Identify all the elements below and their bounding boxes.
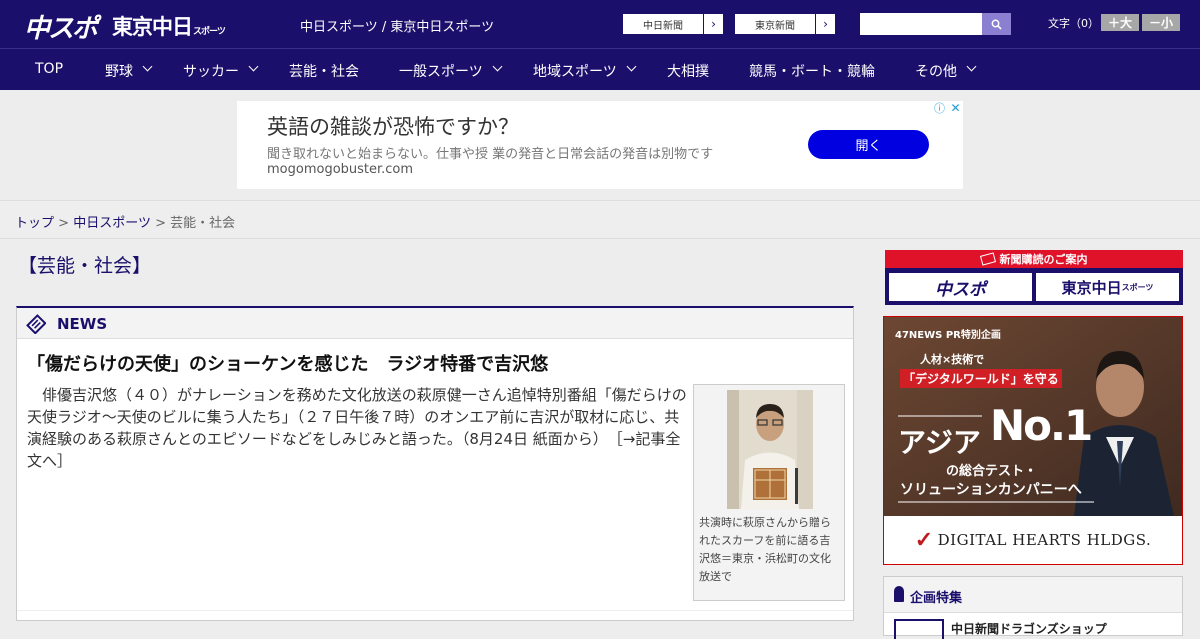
main-content: 【芸能・社会】 NEWS 「傷だらけの天使」のショーケンを感じた ラジオ特番で吉… xyxy=(0,239,1200,639)
chevron-down-icon[interactable] xyxy=(248,61,259,72)
chevron-down-icon[interactable] xyxy=(492,61,503,72)
subscription-box: 新聞購読のご案内 中スポ 東京中日 スポーツ xyxy=(885,250,1183,305)
tokyo-chunichi-logo[interactable]: 東京中日スポーツ xyxy=(112,11,226,41)
ad-info-icon[interactable]: ⓘ xyxy=(932,101,947,115)
news-body-text: 俳優吉沢悠（４０）がナレーションを務めた文化放送の萩原健一さん追悼特別番組「傷だ… xyxy=(27,386,687,448)
breadcrumb-sep: > xyxy=(155,216,166,231)
sidebar-ad-line4: ソリューションカンパニーへ xyxy=(900,482,1082,498)
breadcrumb-sep: > xyxy=(58,216,70,231)
tokyo-chunichi-logo-small: スポーツ xyxy=(193,27,226,37)
checkmark-icon: ✓ xyxy=(914,527,934,553)
nav-baseball[interactable]: 野球 xyxy=(105,61,133,81)
chevron-down-icon[interactable] xyxy=(142,61,153,72)
news-headline[interactable]: 「傷だらけの天使」のショーケンを感じた ラジオ特番で吉沢悠 xyxy=(27,350,548,376)
category-title: 【芸能・社会】 xyxy=(18,255,152,277)
site-name[interactable]: 中日スポーツ / 東京中日スポーツ xyxy=(300,16,494,35)
subscribe-chuspo-button[interactable]: 中スポ xyxy=(888,272,1033,302)
search-button[interactable] xyxy=(982,13,1011,35)
chevron-right-icon: › xyxy=(815,14,835,34)
breadcrumb: トップ > 中日スポーツ > 芸能・社会 xyxy=(15,212,235,231)
ad-close-icon[interactable]: ✕ xyxy=(948,101,963,115)
chevron-down-icon[interactable] xyxy=(966,61,977,72)
sidebar-ad-line2: 「デジタルワールド」を守る xyxy=(900,369,1062,388)
sidebar-ad-visual: 47NEWS PR特別企画 人材×技術で 「デジタルワールド」を守る アジア N… xyxy=(884,317,1182,516)
breadcrumb-bar: トップ > 中日スポーツ > 芸能・社会 xyxy=(0,200,1200,239)
newspaper-icon xyxy=(26,314,46,334)
feature-box: 企画特集 中日新聞ドラゴンズショップ xyxy=(883,576,1183,639)
tokyo-chunichi-logo-text: 東京中日 xyxy=(112,15,193,39)
ad-title[interactable]: 英語の雑談が恐怖ですか？ xyxy=(267,111,519,141)
news-label: NEWS xyxy=(57,315,108,333)
chevron-right-icon: › xyxy=(703,14,723,34)
font-smaller-button[interactable]: －小 xyxy=(1142,14,1180,31)
nav-general-sports[interactable]: 一般スポーツ xyxy=(399,61,483,81)
news-header: NEWS xyxy=(17,308,853,339)
font-bigger-button[interactable]: ＋大 xyxy=(1101,14,1139,31)
feature-header: 企画特集 xyxy=(884,577,1182,613)
search-icon xyxy=(991,19,1002,30)
sidebar-ad-line1: 人材×技術で xyxy=(920,353,985,366)
subscribe-tokyo-chunichi-button[interactable]: 東京中日 スポーツ xyxy=(1035,272,1180,302)
ad-domain: mogomogobuster.com xyxy=(267,162,414,177)
chevron-down-icon[interactable] xyxy=(626,61,637,72)
ad-open-button[interactable]: 開く xyxy=(808,130,929,159)
chunichi-shimbun-button[interactable]: 中日新聞 › xyxy=(622,13,724,35)
nav-local-sports[interactable]: 地域スポーツ xyxy=(533,61,617,81)
sidebar-ad-no1: No.1 xyxy=(990,401,1093,450)
photo-caption: 共演時に萩原さんから贈られたスカーフを前に語る吉沢悠＝東京・浜松町の文化放送で xyxy=(699,516,831,583)
tokyo-shimbun-label: 東京新聞 xyxy=(755,20,795,32)
ticket-icon xyxy=(979,252,996,266)
nav-entertainment[interactable]: 芸能・社会 xyxy=(289,61,359,81)
nav-other[interactable]: その他 xyxy=(915,61,957,81)
font-size-label: 文字（0） xyxy=(1048,17,1099,30)
nav-soccer[interactable]: サッカー xyxy=(183,61,239,81)
news-photo-illustration xyxy=(727,390,813,509)
chuspo-logo[interactable]: 中スポ xyxy=(24,8,98,45)
sidebar-ad-tag: 47NEWS PR特別企画 xyxy=(895,330,1001,341)
main-nav: TOP 野球 サッカー 芸能・社会 一般スポーツ 地域スポーツ 大相撲 競馬・ボ… xyxy=(0,48,1200,90)
search-input[interactable] xyxy=(860,13,982,35)
subscription-header-text: 新聞購読のご案内 xyxy=(999,253,1088,266)
sidebar-ad-asia: アジア xyxy=(898,426,981,459)
digital-hearts-logo: ✓ DIGITAL HEARTS HLDGS. xyxy=(884,516,1182,564)
news-photo[interactable] xyxy=(727,390,813,509)
news-body: 俳優吉沢悠（４０）がナレーションを務めた文化放送の萩原健一さん追悼特別番組「傷だ… xyxy=(27,384,687,472)
ad-subtitle: 聞き取れないと始まらない。仕事や授 業の発音と日常会話の発音は別物です xyxy=(267,147,714,162)
divider xyxy=(17,610,853,611)
subscribe-tokyo-chunichi-small: スポーツ xyxy=(1121,282,1154,292)
banner-ad[interactable]: 英語の雑談が恐怖ですか？ 聞き取れないと始まらない。仕事や授 業の発音と日常会話… xyxy=(237,101,963,189)
breadcrumb-home[interactable]: トップ xyxy=(15,216,54,231)
news-photo-box: 共演時に萩原さんから贈られたスカーフを前に語る吉沢悠＝東京・浜松町の文化放送で xyxy=(693,384,845,601)
feature-title: 企画特集 xyxy=(910,591,963,606)
subscribe-tokyo-chunichi-text: 東京中日 xyxy=(1061,278,1122,297)
nav-sumo[interactable]: 大相撲 xyxy=(667,61,709,81)
digital-hearts-brand: DIGITAL HEARTS HLDGS. xyxy=(937,531,1152,549)
sidebar-ad[interactable]: 47NEWS PR特別企画 人材×技術で 「デジタルワールド」を守る アジア N… xyxy=(883,316,1183,565)
breadcrumb-section[interactable]: 中日スポーツ xyxy=(73,216,151,231)
nav-racing[interactable]: 競馬・ボート・競輪 xyxy=(749,61,875,81)
breadcrumb-current: 芸能・社会 xyxy=(170,216,236,231)
nav-top[interactable]: TOP xyxy=(35,61,63,77)
subscription-header[interactable]: 新聞購読のご案内 xyxy=(885,250,1183,268)
news-box: NEWS 「傷だらけの天使」のショーケンを感じた ラジオ特番で吉沢悠 俳優吉沢悠… xyxy=(16,306,854,621)
chunichi-shimbun-label: 中日新聞 xyxy=(643,20,683,32)
ribbon-icon xyxy=(894,586,904,602)
tokyo-shimbun-button[interactable]: 東京新聞 › xyxy=(734,13,836,35)
top-bar: 中スポ 東京中日スポーツ 中日スポーツ / 東京中日スポーツ 中日新聞 › 東京… xyxy=(0,0,1200,48)
sidebar-ad-line3: の総合テスト・ xyxy=(946,464,1038,479)
feature-item[interactable]: 中日新聞ドラゴンズショップ xyxy=(951,620,1107,637)
feature-item-thumb[interactable] xyxy=(894,619,944,639)
